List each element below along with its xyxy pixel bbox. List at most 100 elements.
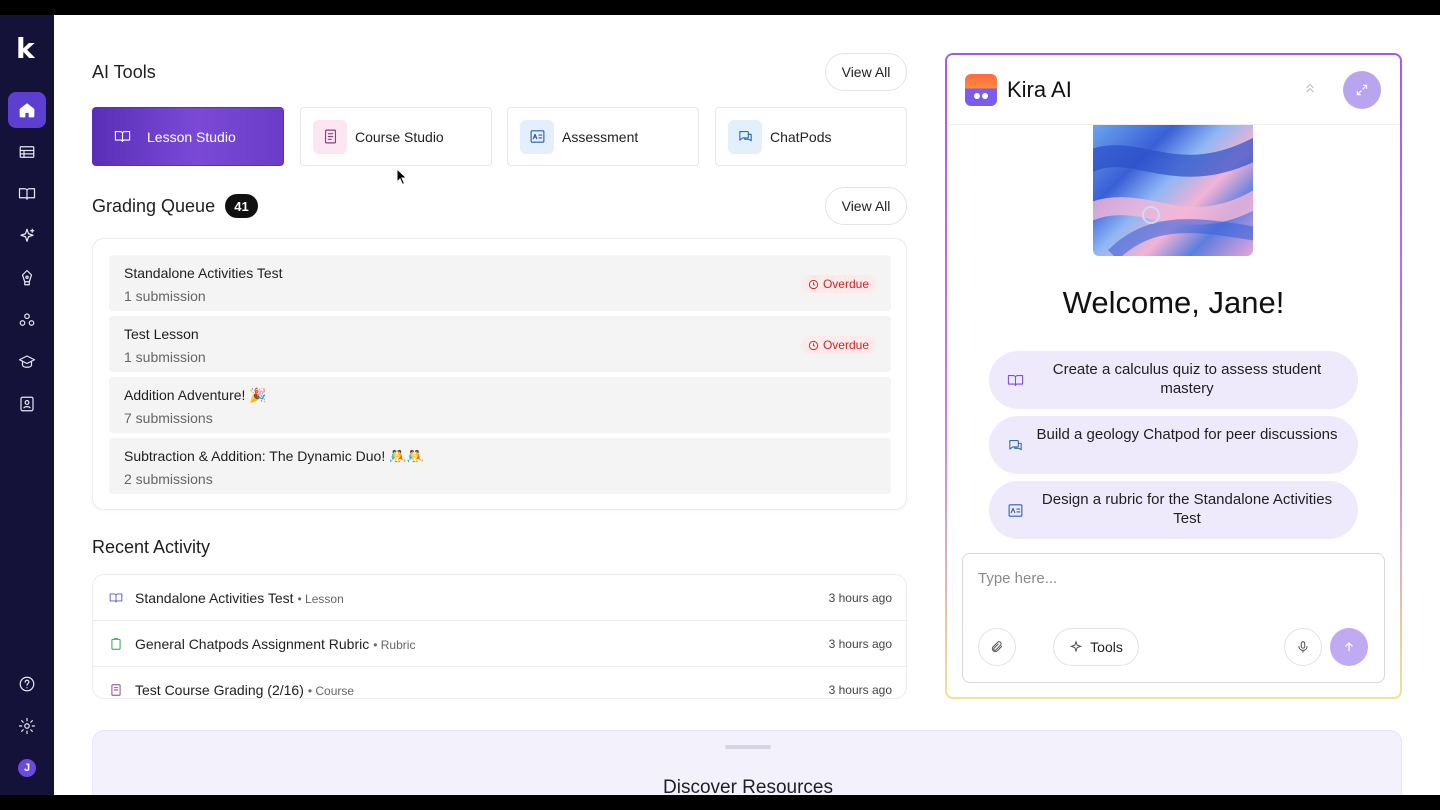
tool-card-label: Lesson Studio xyxy=(147,128,236,145)
welcome-heading: Welcome, Jane! xyxy=(1062,285,1285,320)
drawer-handle[interactable] xyxy=(725,745,771,749)
clock-icon xyxy=(808,340,819,350)
user-avatar[interactable]: J xyxy=(18,759,36,777)
clock-icon xyxy=(808,279,819,289)
book-open-icon xyxy=(109,591,123,605)
nav-courses[interactable] xyxy=(8,344,46,380)
kira-title: Kira AI xyxy=(1007,77,1072,102)
tool-card-course-studio[interactable]: Course Studio xyxy=(300,107,492,166)
mouse-cursor-icon xyxy=(396,168,408,186)
queue-item[interactable]: Addition Adventure! 🎉 7 submissions xyxy=(109,377,891,433)
nav-students[interactable] xyxy=(8,386,46,422)
users-icon xyxy=(19,313,35,326)
tool-card-label: ChatPods xyxy=(770,128,832,145)
book-open-icon xyxy=(105,120,139,154)
tool-card-lesson-studio[interactable]: Lesson Studio xyxy=(92,107,284,166)
nav-lessons[interactable] xyxy=(8,176,46,212)
queue-item[interactable]: Standalone Activities Test 1 submission … xyxy=(109,255,891,311)
queue-item-submissions: 1 submission xyxy=(124,288,206,304)
nav-dashboard[interactable] xyxy=(8,134,46,170)
main-content: AI Tools View All Lesson Studio Course S… xyxy=(54,15,1440,810)
hero-image xyxy=(1093,125,1253,256)
nav-design[interactable] xyxy=(8,260,46,296)
queue-item-submissions: 2 submissions xyxy=(124,471,213,487)
graduation-cap-icon xyxy=(18,355,36,368)
chevrons-up-icon[interactable] xyxy=(1303,81,1321,99)
tool-card-assessment[interactable]: Assessment xyxy=(507,107,699,166)
paperclip-icon xyxy=(991,641,1003,653)
grading-queue-list: Standalone Activities Test 1 submission … xyxy=(92,238,907,510)
grading-queue-title: Grading Queue xyxy=(92,196,216,216)
chat-bubbles-icon xyxy=(1007,437,1024,454)
expand-button[interactable] xyxy=(1343,71,1381,109)
kira-header: Kira AI xyxy=(947,55,1400,125)
assessment-icon xyxy=(520,119,554,154)
activity-type: • Course xyxy=(307,684,355,698)
queue-item-submissions: 7 submissions xyxy=(124,410,213,426)
book-open-icon xyxy=(1007,372,1024,389)
queue-item-title: Test Lesson xyxy=(124,326,199,342)
gear-icon xyxy=(18,717,36,735)
notebook-icon xyxy=(109,683,123,697)
chat-bubbles-icon xyxy=(728,119,762,154)
overdue-badge: Overdue xyxy=(800,275,876,293)
activity-title: Test Course Grading (2/16) xyxy=(135,682,304,698)
grading-queue-view-all-button[interactable]: View All xyxy=(825,187,907,225)
home-icon xyxy=(19,103,35,118)
sparkle-icon xyxy=(20,228,35,242)
chat-input[interactable] xyxy=(978,570,1358,587)
suggestion-text: Create a calculus quiz to assess student… xyxy=(1052,361,1322,397)
table-icon xyxy=(19,146,35,158)
pen-nib-icon xyxy=(21,269,33,286)
activity-item[interactable]: Standalone Activities Test • Lesson 3 hou… xyxy=(93,575,906,621)
queue-item-title: Subtraction & Addition: The Dynamic Duo!… xyxy=(124,448,424,464)
activity-title: Standalone Activities Test xyxy=(135,590,294,606)
activity-time: 3 hours ago xyxy=(828,683,892,697)
sidebar: k J xyxy=(0,15,54,795)
tools-button[interactable]: Tools xyxy=(1053,628,1139,666)
app-logo[interactable]: k xyxy=(16,35,38,63)
ai-tools-view-all-button[interactable]: View All xyxy=(825,53,907,91)
nav-ai[interactable] xyxy=(8,218,46,254)
nav-groups[interactable] xyxy=(8,302,46,338)
suggestion-text: Build a geology Chatpod for peer discuss… xyxy=(1036,426,1338,443)
suggestion-chip[interactable]: Design a rubric for the Standalone Activ… xyxy=(989,481,1358,539)
ai-tools-title: AI Tools xyxy=(92,62,156,82)
activity-time: 3 hours ago xyxy=(828,591,892,605)
activity-item[interactable]: Test Course Grading (2/16) • Course 3 hou… xyxy=(93,667,906,698)
suggestion-chip[interactable]: Create a calculus quiz to assess student… xyxy=(989,351,1358,409)
suggestion-chip[interactable]: Build a geology Chatpod for peer discuss… xyxy=(989,416,1358,474)
nav-help[interactable] xyxy=(8,666,46,702)
chat-input-box: Tools xyxy=(962,553,1385,683)
grading-queue-count-badge: 41 xyxy=(225,194,258,218)
recent-activity-title: Recent Activity xyxy=(92,537,211,557)
clipboard-icon xyxy=(109,637,123,651)
id-card-icon xyxy=(20,396,34,412)
suggestion-text: Design a rubric for the Standalone Activ… xyxy=(1041,491,1333,527)
kira-logo-icon xyxy=(965,74,997,106)
queue-item-submissions: 1 submission xyxy=(124,349,206,365)
queue-item[interactable]: Subtraction & Addition: The Dynamic Duo!… xyxy=(109,438,891,494)
queue-item[interactable]: Test Lesson 1 submission Overdue xyxy=(109,316,891,372)
tool-card-label: Assessment xyxy=(562,128,639,145)
tools-label: Tools xyxy=(1090,639,1123,655)
assessment-icon xyxy=(1007,502,1024,519)
book-open-icon xyxy=(18,188,36,200)
tool-card-label: Course Studio xyxy=(355,128,444,145)
microphone-icon xyxy=(1298,641,1308,653)
microphone-button[interactable] xyxy=(1284,628,1322,666)
attach-button[interactable] xyxy=(978,628,1016,666)
screen-bottom-border xyxy=(0,795,1440,810)
tool-card-chatpods[interactable]: ChatPods xyxy=(715,107,907,166)
help-circle-icon xyxy=(19,676,35,692)
nav-settings[interactable] xyxy=(8,708,46,744)
send-button[interactable] xyxy=(1330,628,1368,666)
activity-item[interactable]: General Chatpods Assignment Rubric • Rubr… xyxy=(93,621,906,667)
nav-home[interactable] xyxy=(8,92,46,128)
notebook-icon xyxy=(313,119,347,154)
activity-title: General Chatpods Assignment Rubric xyxy=(135,636,370,652)
activity-time: 3 hours ago xyxy=(828,637,892,651)
kira-ai-panel: Kira AI Welcome, Jane! Create a calculus… xyxy=(945,53,1402,699)
arrow-up-icon xyxy=(1345,642,1353,652)
expand-icon xyxy=(1356,84,1368,96)
